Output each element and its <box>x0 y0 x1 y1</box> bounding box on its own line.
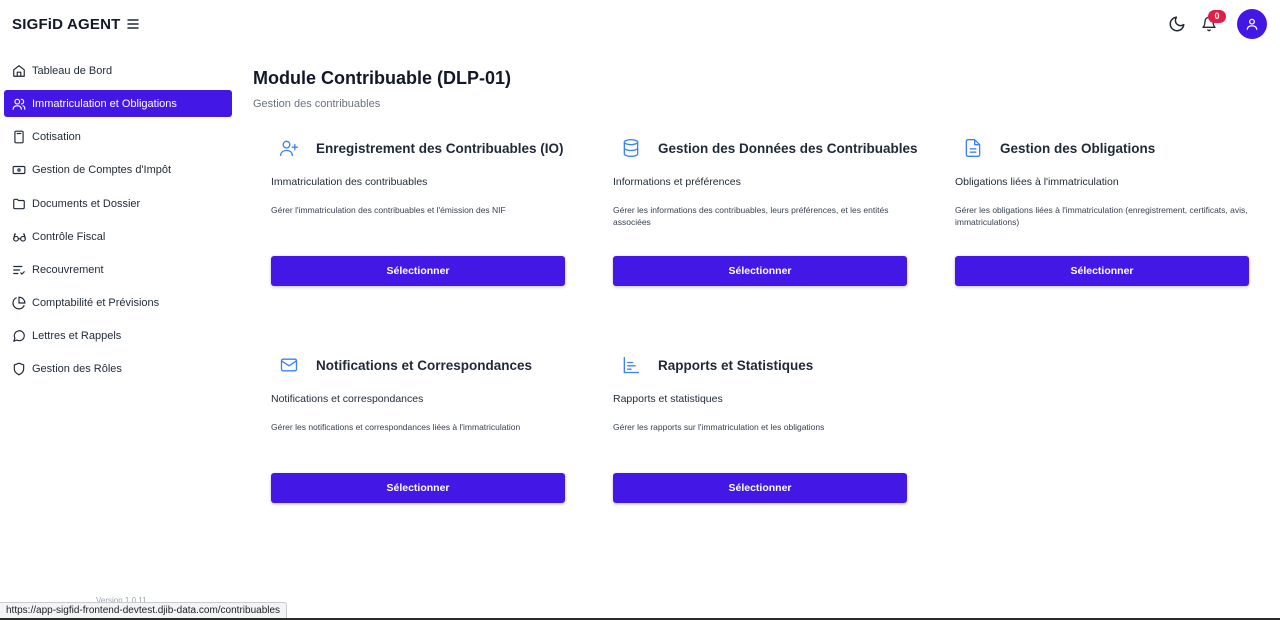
select-button[interactable]: Sélectionner <box>613 256 907 286</box>
user-plus-icon <box>279 138 299 158</box>
file-text-icon <box>963 138 983 158</box>
card-description: Gérer les rapports sur l'immatriculation… <box>613 422 825 432</box>
pie-chart-icon <box>6 289 32 316</box>
folder-icon <box>6 190 32 217</box>
sidebar-item-lettres-rappels[interactable]: Lettres et Rappels <box>4 322 232 349</box>
home-icon <box>6 57 32 84</box>
users-icon <box>6 90 32 117</box>
card-title: Rapports et Statistiques <box>658 357 814 373</box>
select-button[interactable]: Sélectionner <box>955 256 1249 286</box>
card-subtitle: Obligations liées à l'immatriculation <box>955 176 1119 188</box>
sidebar-item-controle-fiscal[interactable]: Contrôle Fiscal <box>4 223 232 250</box>
sidebar-item-tableau-de-bord[interactable]: Tableau de Bord <box>4 57 232 84</box>
sidebar-item-comptabilite[interactable]: Comptabilité et Prévisions <box>4 289 232 316</box>
sidebar-item-recouvrement[interactable]: Recouvrement <box>4 256 232 283</box>
select-button[interactable]: Sélectionner <box>271 256 565 286</box>
card-description: Gérer les informations des contribuables… <box>613 205 889 227</box>
bar-chart-icon <box>621 355 641 375</box>
user-avatar[interactable] <box>1237 9 1267 39</box>
page-subtitle: Gestion des contribuables <box>253 98 381 110</box>
card-subtitle: Immatriculation des contribuables <box>271 176 428 188</box>
card-title: Enregistrement des Contribuables (IO) <box>316 140 564 156</box>
banknote-icon <box>6 156 32 183</box>
sidebar-item-label: Cotisation <box>32 130 81 143</box>
select-button[interactable]: Sélectionner <box>613 473 907 503</box>
select-button[interactable]: Sélectionner <box>271 473 565 503</box>
calculator-icon <box>6 123 32 150</box>
sidebar-item-cotisation[interactable]: Cotisation <box>4 123 232 150</box>
card-subtitle: Notifications et correspondances <box>271 393 424 405</box>
dark-mode-moon-icon[interactable] <box>1168 15 1186 33</box>
sidebar-item-label: Recouvrement <box>32 263 104 276</box>
message-circle-icon <box>6 322 32 349</box>
glasses-icon <box>6 223 32 250</box>
user-icon <box>1246 18 1258 30</box>
sidebar-item-documents[interactable]: Documents et Dossier <box>4 190 232 217</box>
database-icon <box>621 138 641 158</box>
page-title: Module Contribuable (DLP-01) <box>253 68 511 88</box>
card-subtitle: Rapports et statistiques <box>613 393 723 405</box>
card-title: Gestion des Obligations <box>1000 140 1156 156</box>
sidebar-item-label: Immatriculation et Obligations <box>32 97 177 110</box>
sidebar-item-label: Lettres et Rappels <box>32 329 122 342</box>
card-subtitle: Informations et préférences <box>613 176 741 188</box>
sidebar-item-label: Gestion des Rôles <box>32 362 122 375</box>
sidebar-item-gestion-roles[interactable]: Gestion des Rôles <box>4 355 232 382</box>
list-check-icon <box>6 256 32 283</box>
sidebar-item-label: Tableau de Bord <box>32 64 113 77</box>
card-description: Gérer les obligations liées à l'immatric… <box>955 205 1248 227</box>
browser-status-url: https://app-sigfid-frontend-devtest.djib… <box>0 602 288 619</box>
card-title: Notifications et Correspondances <box>316 357 533 373</box>
hamburger-menu-icon[interactable] <box>126 15 142 33</box>
card-description: Gérer les notifications et correspondanc… <box>271 422 521 432</box>
sidebar-item-label: Documents et Dossier <box>32 197 141 210</box>
mail-icon <box>279 355 299 375</box>
sidebar-item-comptes-impot[interactable]: Gestion de Comptes d'Impôt <box>4 156 232 183</box>
app-brand: SIGFiD AGENT <box>12 16 121 33</box>
sidebar-item-label: Contrôle Fiscal <box>32 230 106 243</box>
sidebar-item-label: Gestion de Comptes d'Impôt <box>32 163 172 176</box>
shield-icon <box>6 355 32 382</box>
sidebar-item-immatriculation[interactable]: Immatriculation et Obligations <box>4 90 232 117</box>
sidebar-item-label: Comptabilité et Prévisions <box>32 296 160 309</box>
card-title: Gestion des Données des Contribuables <box>658 140 918 156</box>
top-bar: SIGFiD AGENT 0 <box>0 0 1280 50</box>
notification-count-badge: 0 <box>1208 10 1226 23</box>
card-description: Gérer l'immatriculation des contribuable… <box>271 205 506 215</box>
